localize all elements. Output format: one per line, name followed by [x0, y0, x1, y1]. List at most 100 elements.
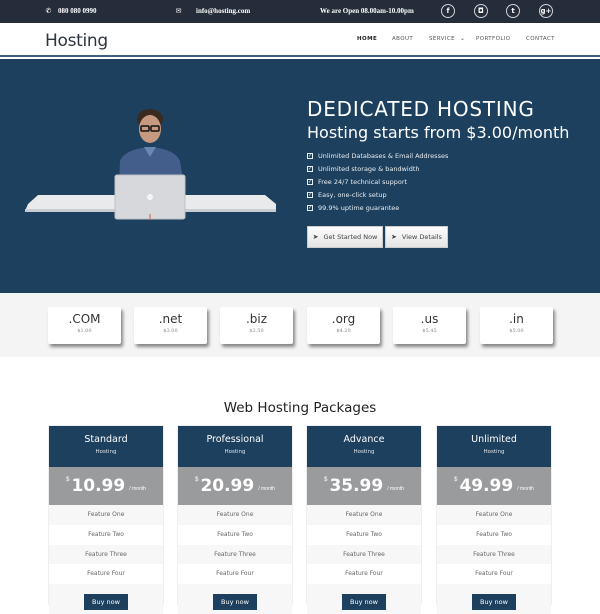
checkbox-checked-icon: ✓ — [307, 191, 313, 198]
plan-footer: Buy now — [307, 584, 421, 614]
domain-extension: .us — [420, 312, 439, 326]
site-logo[interactable]: Hosting — [45, 31, 108, 51]
pricing-plan-advance: Advance Hosting $ 35.99 / month Feature … — [306, 425, 422, 614]
domain-extension: .net — [158, 312, 183, 326]
nav-item-about[interactable]: ABOUT — [392, 36, 413, 42]
feature-item: ✓ 99.9% uptime guarantee — [307, 203, 400, 212]
get-started-button[interactable]: ➤ Get Started Now — [307, 226, 383, 248]
view-details-button[interactable]: ➤ View Details — [385, 226, 448, 248]
phone-icon: ✆ — [45, 6, 52, 15]
plan-feature: Feature Three — [307, 544, 421, 565]
feature-item: ✓ Free 24/7 technical support — [307, 177, 408, 186]
pricing-plan-unlimited: Unlimited Hosting $ 49.99 / month Featur… — [436, 425, 552, 614]
plan-name: Unlimited — [471, 434, 517, 445]
domain-card-biz[interactable]: .biz $2.50 — [220, 307, 293, 344]
envelope-icon: ✉ — [175, 6, 182, 15]
plan-feature: Feature Four — [216, 570, 254, 578]
buy-now-button[interactable]: Buy now — [342, 594, 386, 611]
plan-subtitle: Hosting — [95, 449, 117, 455]
instagram-icon[interactable]: ◘ — [474, 4, 488, 18]
plan-feature: Feature Two — [346, 530, 382, 538]
plan-currency: $ — [195, 477, 199, 483]
nav-item-service[interactable]: SERVICE — [429, 36, 455, 42]
chevron-down-icon[interactable]: ⌄ — [460, 35, 465, 42]
domain-price: $2.50 — [249, 328, 264, 334]
domain-card-com[interactable]: .COM $1.00 — [48, 307, 121, 344]
plan-footer: Buy now — [178, 584, 292, 614]
checkbox-checked-icon: ✓ — [307, 153, 313, 160]
plan-amount: 10.99 — [71, 476, 126, 496]
email-link[interactable]: info@hosting.com — [196, 7, 250, 15]
plan-feature: Feature Three — [49, 544, 163, 565]
feature-item: ✓ Unlimited storage & bandwidth — [307, 165, 420, 174]
buy-now-button[interactable]: Buy now — [84, 594, 128, 611]
phone-number: 080 080 0990 — [58, 7, 97, 15]
pricing-plan-professional: Professional Hosting $ 20.99 / month Fea… — [177, 425, 293, 614]
domain-card-net[interactable]: .net $3.00 — [134, 307, 207, 344]
plan-currency: $ — [324, 477, 328, 483]
laptop — [114, 174, 186, 220]
opening-hours-text: We are Open 08.00am-10.00pm — [320, 7, 414, 15]
plan-subtitle: Hosting — [483, 449, 505, 455]
hero-banner: DEDICATED HOSTING Hosting starts from $3… — [0, 59, 600, 293]
domain-price: $5.00 — [509, 328, 524, 334]
domain-extension: .org — [331, 312, 356, 326]
plan-name: Standard — [84, 434, 128, 445]
domain-price: $5.45 — [422, 328, 437, 334]
plan-period: / month — [517, 486, 534, 492]
top-bar: ✆ 080 080 0990 ✉ info@hosting.com We are… — [0, 0, 600, 23]
domain-price: $4.20 — [336, 328, 351, 334]
domain-pricing-strip: .COM $1.00 .net $3.00 .biz $2.50 .org $4… — [0, 293, 600, 357]
plan-footer: Buy now — [437, 584, 551, 614]
plan-feature: Feature Four — [345, 570, 383, 578]
buy-now-button[interactable]: Buy now — [213, 594, 257, 611]
nav-item-portfolio[interactable]: PORTFOLIO — [476, 36, 511, 42]
domain-card-us[interactable]: .us $5.45 — [393, 307, 466, 344]
domain-card-org[interactable]: .org $4.20 — [307, 307, 380, 344]
plan-feature: Feature Two — [476, 530, 512, 538]
plan-feature: Feature Four — [475, 570, 513, 578]
plan-period: / month — [387, 486, 404, 492]
domain-price: $1.00 — [77, 328, 92, 334]
plan-footer: Buy now — [49, 584, 163, 614]
facebook-icon[interactable]: f — [441, 4, 455, 18]
nav-item-home[interactable]: HOME — [357, 36, 377, 42]
plan-subtitle: Hosting — [224, 449, 246, 455]
plan-price: $ 35.99 / month — [307, 467, 421, 505]
nav-item-contact[interactable]: CONTACT — [526, 36, 555, 42]
google-plus-icon[interactable]: g+ — [539, 4, 553, 18]
plan-feature: Feature Two — [88, 530, 124, 538]
feature-item: ✓ Unlimited Databases & Email Addresses — [307, 152, 449, 161]
opening-hours: We are Open 08.00am-10.00pm — [320, 7, 414, 15]
main-nav: Hosting HOME ABOUT SERVICE ⌄ PORTFOLIO C… — [0, 23, 600, 57]
packages-heading: Web Hosting Packages — [223, 400, 377, 416]
plan-price: $ 10.99 / month — [49, 467, 163, 505]
hero-illustration — [25, 109, 276, 220]
plan-feature: Feature Two — [217, 530, 253, 538]
domain-card-in[interactable]: .in $5.00 — [480, 307, 553, 344]
twitter-icon[interactable]: t — [506, 4, 520, 18]
plan-amount: 20.99 — [200, 476, 255, 496]
plan-header: Advance Hosting — [307, 426, 421, 467]
plan-header: Standard Hosting — [49, 426, 163, 467]
domain-extension: .COM — [68, 312, 101, 326]
plan-feature: Feature Four — [87, 570, 125, 578]
hero-feature-list: ✓ Unlimited Databases & Email Addresses ✓… — [307, 150, 448, 214]
plan-amount: 35.99 — [329, 476, 384, 496]
plan-name: Advance — [343, 434, 385, 445]
hero-title: DEDICATED HOSTING — [307, 97, 535, 121]
plan-feature: Feature Three — [178, 544, 292, 565]
plan-period: / month — [258, 486, 275, 492]
contact-email[interactable]: ✉ info@hosting.com — [175, 6, 251, 15]
plan-feature: Feature Three — [437, 544, 551, 565]
plan-subtitle: Hosting — [353, 449, 375, 455]
contact-phone: ✆ 080 080 0990 — [45, 7, 97, 15]
buy-now-button[interactable]: Buy now — [472, 594, 516, 611]
checkbox-checked-icon: ✓ — [307, 178, 313, 185]
plan-period: / month — [129, 486, 146, 492]
plan-amount: 49.99 — [459, 476, 514, 496]
paper-plane-icon: ➤ — [312, 233, 319, 241]
feature-item: ✓ Easy, one-click setup — [307, 190, 387, 199]
pricing-plan-standard: Standard Hosting $ 10.99 / month Feature… — [48, 425, 164, 614]
hero-subtitle: Hosting starts from $3.00/month — [307, 123, 570, 142]
